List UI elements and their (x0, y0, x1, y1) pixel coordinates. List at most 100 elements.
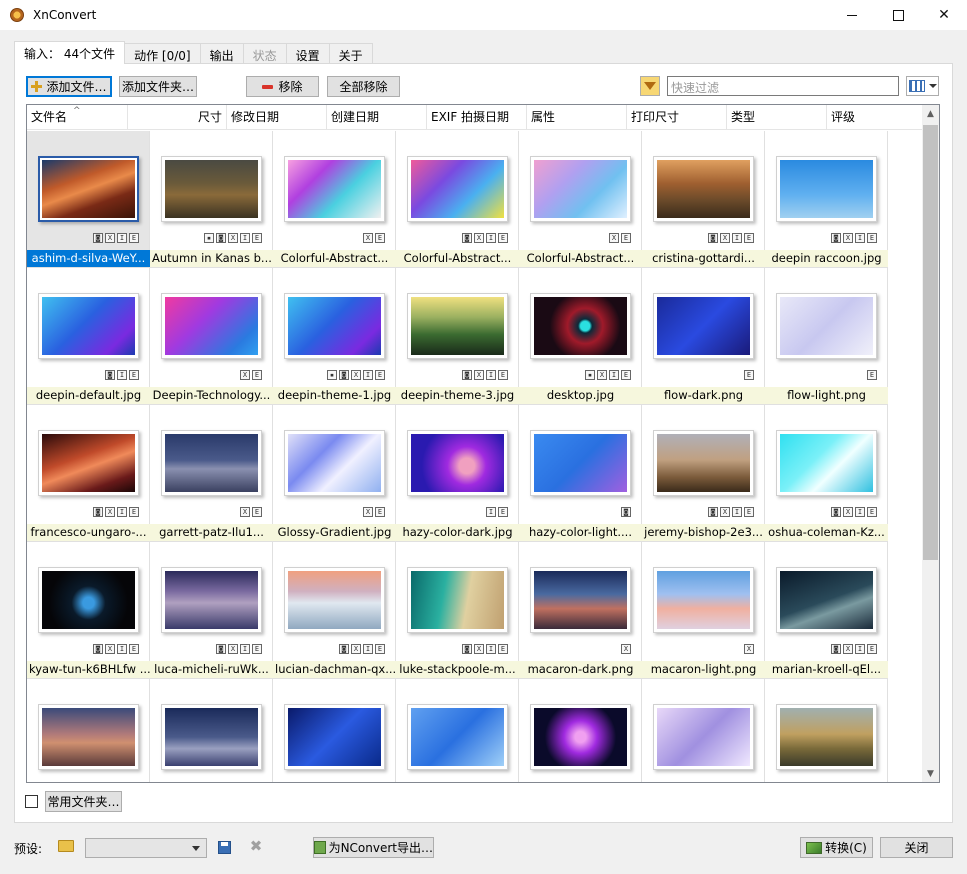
remove-all-button[interactable]: 全部移除 (327, 76, 400, 97)
file-thumbnail-item[interactable]: ◙ X I Efrancesco-ungaro-... (27, 405, 150, 542)
file-thumbnail-item[interactable]: ▪ ◙ X I Edeepin-theme-1.jpg (273, 268, 396, 405)
file-thumbnail-item[interactable]: ◙ X I Eluke-stackpoole-m... (396, 542, 519, 679)
metadata-badges: ◙ X I E (216, 644, 262, 654)
add-files-button[interactable]: 添加文件… (26, 76, 112, 97)
tab-input[interactable]: 输入： 44个文件 (14, 41, 126, 64)
filter-funnel-icon[interactable] (640, 76, 660, 96)
file-thumbnail-item[interactable] (765, 679, 888, 782)
file-thumbnail-item[interactable]: Xmacaron-dark.png (519, 542, 642, 679)
metadata-badge-icon: ◙ (93, 507, 103, 517)
metadata-badge-icon: ◙ (462, 233, 472, 243)
tab-actions[interactable]: 动作 [0/0] (124, 43, 201, 64)
file-name-label: deepin raccoon.jpg (765, 250, 888, 267)
file-thumbnail-item[interactable]: X E Glossy-Gradient.jpg (273, 405, 396, 542)
metadata-badge-icon: E (744, 507, 754, 517)
file-thumbnail-item[interactable]: ◙ X I Eluca-micheli-ruWk... (150, 542, 273, 679)
metadata-badge-icon: ◙ (621, 507, 631, 517)
thumbnail-frame (530, 567, 631, 633)
column-print-size[interactable]: 打印尺寸 (627, 105, 727, 129)
minimize-button[interactable] (829, 0, 875, 30)
file-thumbnail-item[interactable]: ◙ X I E deepin raccoon.jpg (765, 131, 888, 268)
file-thumbnail-item[interactable] (27, 679, 150, 782)
file-name-label: marian-kroell-qEl... (765, 661, 888, 678)
file-thumbnail-item[interactable]: ◙ X I Ekyaw-tun-k6BHLfw ... (27, 542, 150, 679)
column-filename[interactable]: ^ 文件名 (27, 105, 128, 129)
file-thumbnail-item[interactable]: X E Deepin-Technology... (150, 268, 273, 405)
thumbnail-frame (653, 156, 754, 222)
file-thumbnail-item[interactable]: I Ehazy-color-dark.jpg (396, 405, 519, 542)
view-mode-dropdown[interactable] (906, 76, 939, 96)
file-thumbnail-item[interactable] (396, 679, 519, 782)
common-folder-checkbox[interactable] (25, 795, 38, 808)
close-window-button[interactable]: ✕ (921, 0, 967, 30)
column-exif-date[interactable]: EXIF 拍摄日期 (427, 105, 527, 129)
file-thumbnail-item[interactable]: ◙ X I Ejeremy-bishop-2e3... (642, 405, 765, 542)
file-grid[interactable]: ^ 文件名 尺寸 修改日期 创建日期 EXIF 拍摄日期 属性 打印尺寸 类型 评… (26, 104, 940, 783)
metadata-badge-icon: ◙ (93, 644, 103, 654)
scroll-down-icon[interactable]: ▼ (922, 765, 939, 782)
file-thumbnail-item[interactable]: ◙ X I Elucian-dachman-qx... (273, 542, 396, 679)
delete-preset-icon[interactable]: ✖ (248, 838, 264, 854)
file-thumbnail-item[interactable]: ▪ X I Edesktop.jpg (519, 268, 642, 405)
tab-about[interactable]: 关于 (328, 43, 373, 64)
file-thumbnail-item[interactable] (519, 679, 642, 782)
close-button[interactable]: 关闭 (880, 837, 953, 858)
file-thumbnail-item[interactable]: ◙ X I Emarian-kroell-qEl... (765, 542, 888, 679)
metadata-badges: XE (609, 233, 631, 243)
file-thumbnail-item[interactable]: ◙ X I Eashim-d-silva-WeY... (27, 131, 150, 268)
metadata-badge-icon: X (720, 233, 730, 243)
column-type[interactable]: 类型 (727, 105, 827, 129)
file-thumbnail-item[interactable] (642, 679, 765, 782)
tab-output[interactable]: 输出 (199, 43, 244, 64)
common-folder-button[interactable]: 常用文件夹… (45, 791, 122, 812)
file-thumbnail-item[interactable]: ◙ X I Eoshua-coleman-Kz... (765, 405, 888, 542)
metadata-badge-icon: E (375, 507, 385, 517)
file-thumbnail-item[interactable]: X Egarrett-patz-Ilu1... (150, 405, 273, 542)
vertical-scrollbar[interactable]: ▲ ▼ (922, 105, 939, 782)
column-size[interactable]: 尺寸 (128, 105, 227, 129)
file-thumbnail-item[interactable]: Xmacaron-light.png (642, 542, 765, 679)
thumbnail-frame (653, 430, 754, 496)
preset-dropdown[interactable] (85, 838, 207, 858)
remove-button[interactable]: 移除 (246, 76, 319, 97)
file-thumbnail-item[interactable]: Eflow-dark.png (642, 268, 765, 405)
column-rating[interactable]: 评级 (827, 105, 922, 129)
thumbnail-image (165, 434, 258, 492)
metadata-badge-icon: I (855, 233, 865, 243)
tab-status[interactable]: 状态 (242, 43, 287, 64)
file-thumbnail-item[interactable]: ◙ X I E Colorful-Abstract... (396, 131, 519, 268)
thumbnail-frame (407, 293, 508, 359)
scroll-up-icon[interactable]: ▲ (922, 105, 939, 122)
file-thumbnail-item[interactable]: ▪ ◙ X I E Autumn in Kanas b... (150, 131, 273, 268)
file-thumbnail-item[interactable]: ◙ hazy-color-light.... (519, 405, 642, 542)
open-folder-icon[interactable] (58, 840, 74, 852)
add-folder-button[interactable]: 添加文件夹… (119, 76, 197, 97)
file-thumbnail-item[interactable]: ◙ X I Ecristina-gottardi... (642, 131, 765, 268)
quick-filter-input[interactable]: 快速过滤 (667, 76, 899, 96)
file-thumbnail-item[interactable]: X E Colorful-Abstract... (273, 131, 396, 268)
thumbnail-image (288, 571, 381, 629)
file-thumbnail-item[interactable]: ◙ X I Edeepin-theme-3.jpg (396, 268, 519, 405)
save-icon[interactable] (218, 841, 231, 854)
file-thumbnail-item[interactable] (273, 679, 396, 782)
thumbnail-image (288, 160, 381, 218)
maximize-button[interactable] (875, 0, 921, 30)
file-thumbnail-item[interactable] (150, 679, 273, 782)
file-thumbnail-item[interactable]: Eflow-light.png (765, 268, 888, 405)
title-bar: XnConvert ✕ (0, 0, 967, 30)
export-nconvert-button[interactable]: 为NConvert导出… (313, 837, 434, 858)
column-created-date[interactable]: 创建日期 (327, 105, 427, 129)
file-thumbnail-item[interactable]: X E Colorful-Abstract... (519, 131, 642, 268)
scrollbar-thumb[interactable] (923, 125, 938, 560)
thumbnail-image (657, 297, 750, 355)
metadata-badges: ◙ X I E (831, 233, 877, 243)
thumbnail-frame (776, 430, 877, 496)
thumbnail-image (411, 434, 504, 492)
convert-button[interactable]: 转换(C) (800, 837, 873, 858)
thumbnail-frame (530, 704, 631, 770)
column-modified-date[interactable]: 修改日期 (227, 105, 327, 129)
column-attributes[interactable]: 属性 (527, 105, 627, 129)
metadata-badge-icon: E (867, 370, 877, 380)
tab-settings[interactable]: 设置 (285, 43, 330, 64)
file-thumbnail-item[interactable]: ◙ I Edeepin-default.jpg (27, 268, 150, 405)
